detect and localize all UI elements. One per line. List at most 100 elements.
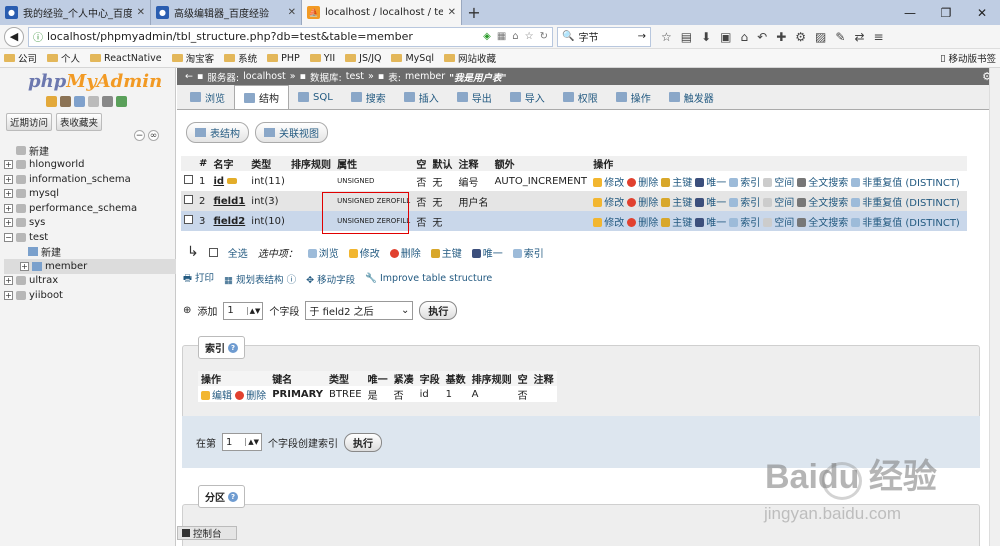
clipboard-icon[interactable]: ▤ <box>681 30 692 44</box>
row-checkbox[interactable] <box>184 175 193 184</box>
back-button[interactable]: ◀ <box>4 26 24 47</box>
create-index-go-button[interactable]: 执行 <box>344 432 382 452</box>
tree-item-database[interactable]: + ultrax <box>4 274 176 289</box>
tree-item-database[interactable]: + mysql <box>4 187 176 202</box>
browser-tab-1[interactable]: ● 我的经验_个人中心_百度经 ✕ <box>0 0 151 25</box>
tab-export[interactable]: 导出 <box>448 85 501 109</box>
close-icon[interactable]: ✕ <box>288 7 296 18</box>
shield-icon[interactable]: ◈ <box>483 31 491 42</box>
index-link[interactable]: 索引 <box>729 198 760 209</box>
tree-item-database[interactable]: + information_schema <box>4 172 176 187</box>
close-window-icon[interactable]: ✕ <box>964 0 1000 25</box>
collapse-nav-icon[interactable]: ← <box>185 71 193 82</box>
primary-link[interactable]: 主键 <box>661 178 692 189</box>
row-checkbox[interactable] <box>184 215 193 224</box>
drop-index-link[interactable]: 删除 <box>235 391 266 402</box>
expand-icon[interactable]: + <box>4 174 13 184</box>
distinct-link[interactable]: 非重复值 (DISTINCT) <box>851 218 960 229</box>
move-columns-link[interactable]: ✥ 移动字段 <box>306 272 355 286</box>
address-bar[interactable]: ⓘ localhost/phpmyadmin/tbl_structure.php… <box>28 26 553 47</box>
phpmyadmin-logo[interactable]: phpMyAdmin <box>28 71 162 92</box>
search-box[interactable]: 🔍 字节 → <box>557 26 651 47</box>
primary-link[interactable]: 主键 <box>661 198 692 209</box>
index-link[interactable]: 索引 <box>729 218 760 229</box>
collapse-icon[interactable]: − <box>4 232 13 242</box>
tab-browse[interactable]: 浏览 <box>181 85 234 109</box>
bookmark-folder[interactable]: 网站收藏 <box>444 51 496 65</box>
tab-search[interactable]: 搜索 <box>342 85 395 109</box>
reload-icon[interactable] <box>116 96 127 107</box>
tab-triggers[interactable]: 触发器 <box>660 85 723 109</box>
bulk-drop-link[interactable]: 删除 <box>389 245 421 260</box>
favorite-tables-button[interactable]: 表收藏夹 <box>56 113 103 131</box>
fulltext-link[interactable]: 全文搜索 <box>797 178 848 189</box>
drop-link[interactable]: 删除 <box>627 218 658 229</box>
screenshot-icon[interactable]: ▨ <box>815 30 826 44</box>
tree-item-new[interactable]: 新建 <box>4 143 176 158</box>
spatial-link[interactable]: 空间 <box>763 218 794 229</box>
exit-icon[interactable] <box>60 96 71 107</box>
tree-item-database[interactable]: + sys <box>4 216 176 231</box>
bookmark-folder[interactable]: 系统 <box>224 51 257 65</box>
unique-link[interactable]: 唯一 <box>695 178 726 189</box>
page-scrollbar[interactable] <box>989 68 1000 546</box>
position-select[interactable]: 于 field2 之后 ⌄ <box>305 301 414 320</box>
tab-import[interactable]: 导入 <box>501 85 554 109</box>
bookmark-folder[interactable]: 公司 <box>4 51 37 65</box>
spatial-link[interactable]: 空间 <box>763 178 794 189</box>
index-count-stepper[interactable]: 1 ▲▼ <box>222 433 262 451</box>
bulk-browse-link[interactable]: 浏览 <box>307 245 339 260</box>
documentation-icon[interactable] <box>88 96 99 107</box>
star-icon[interactable]: ☆ <box>661 30 672 44</box>
tree-item-database[interactable]: + yiiboot <box>4 288 176 303</box>
new-tab-button[interactable]: + <box>462 0 486 25</box>
unique-link[interactable]: 唯一 <box>695 198 726 209</box>
tab-insert[interactable]: 插入 <box>395 85 448 109</box>
settings-icon[interactable]: ⚙ <box>795 30 806 44</box>
indexes-legend[interactable]: 索引? <box>198 336 245 359</box>
drop-link[interactable]: 删除 <box>627 178 658 189</box>
bookmark-folder[interactable]: YII <box>309 53 335 64</box>
tab-operations[interactable]: 操作 <box>607 85 660 109</box>
breadcrumb-server[interactable]: localhost <box>243 71 286 82</box>
fulltext-link[interactable]: 全文搜索 <box>797 198 848 209</box>
mobile-bookmarks[interactable]: ▯ 移动版书签 <box>940 51 996 66</box>
home-icon[interactable] <box>46 96 57 107</box>
home-icon[interactable]: ⌂ <box>741 30 749 44</box>
expand-icon[interactable]: + <box>4 218 13 228</box>
breadcrumb-table[interactable]: member <box>405 71 445 82</box>
drop-link[interactable]: 删除 <box>627 198 658 209</box>
download-icon[interactable]: ⬇ <box>701 30 711 44</box>
bulk-index-link[interactable]: 索引 <box>512 245 544 260</box>
change-link[interactable]: 修改 <box>593 198 624 209</box>
browser-tab-3[interactable]: ⛵ localhost / localhost / test ✕ <box>302 0 462 25</box>
go-arrow-icon[interactable]: → <box>638 31 646 42</box>
primary-link[interactable]: 主键 <box>661 218 692 229</box>
help-icon[interactable]: ? <box>228 342 238 353</box>
share-icon[interactable]: ⇄ <box>854 30 864 44</box>
index-link[interactable]: 索引 <box>729 178 760 189</box>
bookmark-folder[interactable]: PHP <box>267 53 300 64</box>
stepper-arrows-icon[interactable]: ▲▼ <box>245 438 261 446</box>
table-structure-button[interactable]: 表结构 <box>186 122 249 143</box>
link-icon[interactable]: ∞ <box>148 130 159 141</box>
tree-item-table-member[interactable]: + member <box>4 259 176 274</box>
unique-link[interactable]: 唯一 <box>695 218 726 229</box>
bulk-primary-link[interactable]: 主键 <box>430 245 462 260</box>
home-icon[interactable]: ⌂ <box>512 31 518 42</box>
expand-icon[interactable]: + <box>4 290 13 300</box>
tab-sql[interactable]: SQL <box>289 85 342 109</box>
stepper-arrows-icon[interactable]: ▲▼ <box>246 306 263 315</box>
expand-icon[interactable]: + <box>4 276 13 286</box>
bulk-change-link[interactable]: 修改 <box>348 245 380 260</box>
improve-structure-link[interactable]: 🔧 Improve table structure <box>365 273 492 284</box>
info-icon[interactable]: ⓘ <box>33 29 43 44</box>
relation-view-button[interactable]: 关联视图 <box>255 122 328 143</box>
reload-icon[interactable]: ↻ <box>540 31 548 42</box>
change-link[interactable]: 修改 <box>593 178 624 189</box>
help-icon[interactable]: ⓘ <box>287 275 297 286</box>
tab-structure[interactable]: 结构 <box>234 85 289 109</box>
tree-item-new-table[interactable]: 新建 <box>4 245 176 259</box>
check-all-label[interactable]: 全选 <box>228 245 248 260</box>
edit-index-link[interactable]: 编辑 <box>201 391 232 402</box>
